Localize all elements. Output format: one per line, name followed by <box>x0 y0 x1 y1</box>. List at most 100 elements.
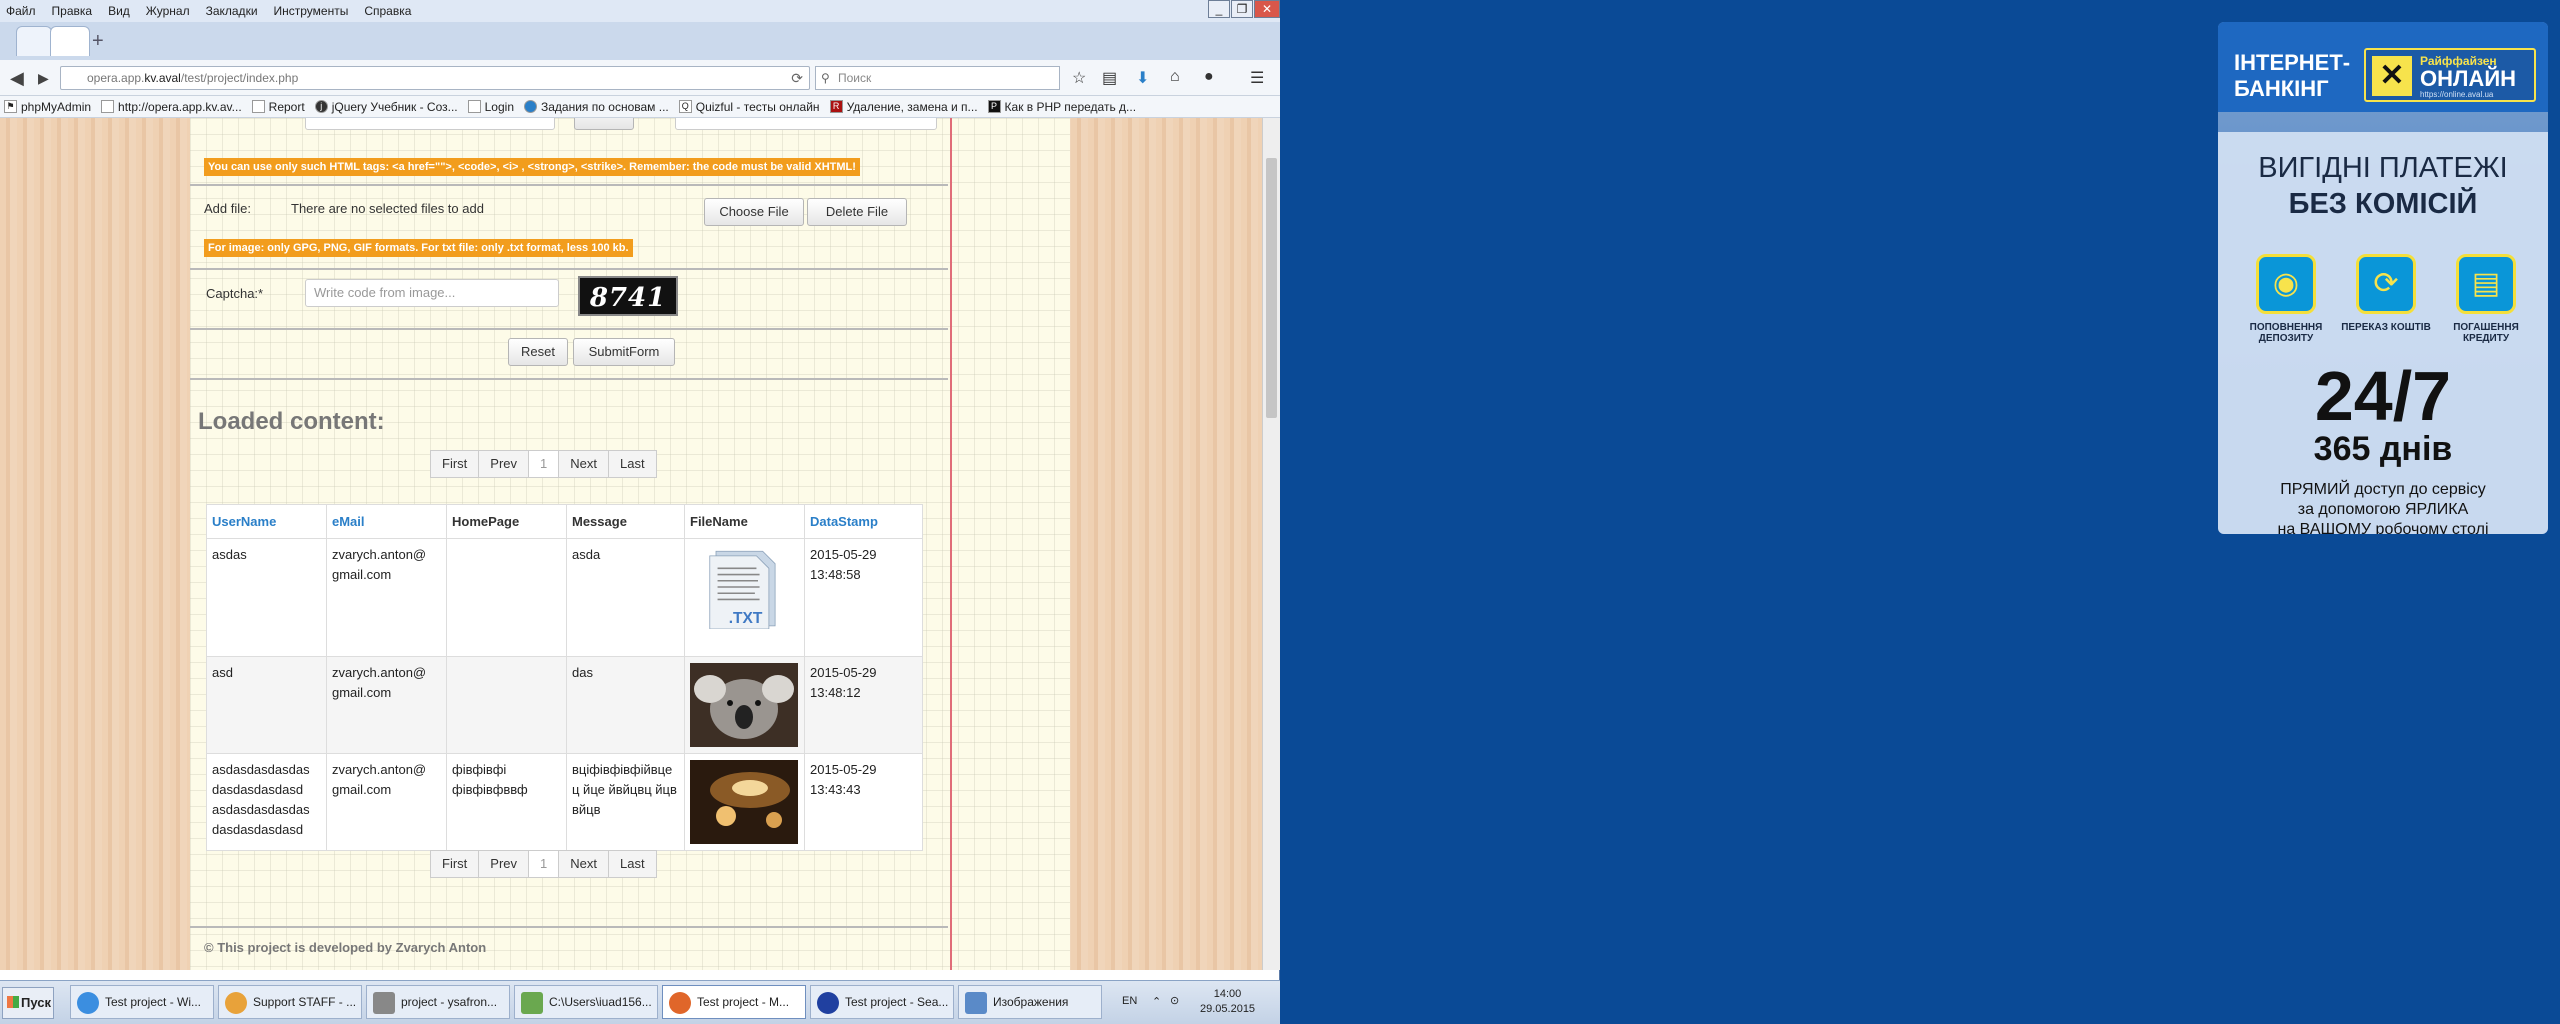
captcha-input[interactable]: Write code from image... <box>305 279 559 307</box>
bookmark-item[interactable]: j jQuery Учебник - Соз... <box>314 100 458 114</box>
choose-file-button[interactable]: Choose File <box>704 198 804 226</box>
table-header-row: UserName eMail HomePage Message FileName… <box>206 504 923 539</box>
partial-button[interactable] <box>574 118 634 130</box>
cell-homepage <box>446 656 567 754</box>
menu-view[interactable]: Вид <box>108 4 130 18</box>
koala-image[interactable] <box>690 663 798 747</box>
address-bar[interactable]: opera.app.kv.aval/test/project/index.php… <box>60 66 810 90</box>
lamp-image[interactable] <box>690 760 798 844</box>
task-search[interactable]: Test project - Sea... <box>810 985 954 1019</box>
close-icon[interactable]: ✕ <box>1254 0 1280 18</box>
forward-icon[interactable]: ▶ <box>38 70 49 87</box>
menu-edit[interactable]: Правка <box>52 4 93 18</box>
page-first[interactable]: First <box>430 450 480 478</box>
page-current: 1 <box>528 450 560 478</box>
txt-file-icon[interactable]: .TXT <box>690 545 798 629</box>
homepage-field-partial[interactable] <box>305 118 555 130</box>
page-next[interactable]: Next <box>558 850 609 878</box>
menu-bookmarks[interactable]: Закладки <box>206 4 258 18</box>
browser-icon <box>817 992 839 1014</box>
task-images[interactable]: Изображения <box>958 985 1102 1019</box>
bookmark-item[interactable]: R Удаление, замена и п... <box>829 100 978 114</box>
col-username[interactable]: UserName <box>206 504 327 539</box>
system-tray: EN ⌃ ⊙ 14:00 29.05.2015 <box>1104 985 1280 1021</box>
menu-file[interactable]: Файл <box>6 4 36 18</box>
service-deposit: ПОПОВНЕННЯ ДЕПОЗИТУ <box>2249 322 2323 344</box>
ad-24-7: 24/7 <box>2314 357 2452 435</box>
page-last[interactable]: Last <box>607 850 657 878</box>
menu-history[interactable]: Журнал <box>146 4 190 18</box>
minimize-icon[interactable]: _ <box>1208 0 1230 18</box>
page-first[interactable]: First <box>430 850 480 878</box>
task-explorer[interactable]: C:\Users\iuad156... <box>514 985 658 1019</box>
cell-message: вціфівфівфійвце ц йце йвйцвц йцв вйцв <box>566 753 685 851</box>
bookmark-item[interactable]: Report <box>251 100 305 114</box>
col-email[interactable]: eMail <box>326 504 447 539</box>
reset-button[interactable]: Reset <box>508 338 568 366</box>
reload-icon[interactable]: ⟳ <box>791 67 803 89</box>
banking-ad-widget[interactable]: ІНТЕРНЕТ- БАНКІНГ ✕ Райффайзен ОНЛАЙН ht… <box>2218 22 2548 534</box>
bookmark-item[interactable]: P Как в PHP передать д... <box>987 100 1136 114</box>
bookmark-item[interactable]: ⚑ phpMyAdmin <box>4 100 91 114</box>
app-icon <box>225 992 247 1014</box>
bookmark-item[interactable]: Q Quizful - тесты онлайн <box>678 100 820 114</box>
margin-line <box>950 118 952 970</box>
submit-button[interactable]: SubmitForm <box>573 338 675 366</box>
pagination-top: First Prev 1 Next Last <box>430 450 657 478</box>
new-tab-icon[interactable]: + <box>92 30 104 53</box>
raiffeisen-online-logo[interactable]: ✕ Райффайзен ОНЛАЙН https://online.aval.… <box>2364 48 2536 102</box>
loaded-content-title: Loaded content: <box>198 408 385 435</box>
page-icon <box>251 100 265 113</box>
bookmark-item[interactable]: Задания по основам ... <box>524 100 669 114</box>
cell-file <box>684 753 805 851</box>
php-icon: P <box>987 100 1001 113</box>
home-icon[interactable]: ⌂ <box>1170 68 1180 86</box>
tab-pinned[interactable] <box>16 26 52 56</box>
transfer-icon: ⟳ <box>2356 254 2416 314</box>
page-last[interactable]: Last <box>607 450 657 478</box>
message-field-partial[interactable] <box>675 118 937 130</box>
vertical-scrollbar[interactable] <box>1262 118 1280 970</box>
clock-time: 14:00 <box>1213 988 1242 1000</box>
task-ie[interactable]: Test project - Wi... <box>70 985 214 1019</box>
piggy-bank-icon: ◉ <box>2256 254 2316 314</box>
back-icon[interactable]: ◀ <box>10 68 24 89</box>
cash-icon: ▤ <box>2456 254 2516 314</box>
page-viewport: You can use only such HTML tags: <a href… <box>0 118 1262 970</box>
download-icon[interactable]: ⬇ <box>1136 68 1149 88</box>
clock[interactable]: 14:00 29.05.2015 <box>1200 987 1255 1017</box>
menu-help[interactable]: Справка <box>364 4 411 18</box>
page-prev[interactable]: Prev <box>478 450 530 478</box>
start-button[interactable]: Пуск <box>2 987 54 1019</box>
clock-date: 29.05.2015 <box>1200 1003 1256 1015</box>
network-icon[interactable]: ⊙ <box>1170 994 1179 1007</box>
bookmark-item[interactable]: Login <box>467 100 514 114</box>
bookmark-item[interactable]: http://opera.app.kv.av... <box>101 100 242 114</box>
redmine-icon: R <box>829 100 843 113</box>
page-prev[interactable]: Prev <box>478 850 530 878</box>
col-datastamp[interactable]: DataStamp <box>804 504 923 539</box>
image-format-warning: For image: only GPG, PNG, GIF formats. F… <box>204 239 633 257</box>
menu-icon[interactable]: ☰ <box>1250 68 1264 88</box>
restore-icon[interactable]: ❐ <box>1231 0 1253 18</box>
windows-icon <box>7 996 19 1008</box>
cell-username: asdasdasdasdas dasdasdasdasd asdasdasdas… <box>206 753 327 851</box>
task-support[interactable]: Support STAFF - ... <box>218 985 362 1019</box>
menu-tools[interactable]: Инструменты <box>274 4 349 18</box>
language-indicator[interactable]: EN <box>1122 995 1137 1007</box>
search-input[interactable]: ⚲ Поиск <box>815 66 1060 90</box>
page-next[interactable]: Next <box>558 450 609 478</box>
tab-active[interactable] <box>50 26 90 56</box>
chat-icon[interactable]: ● <box>1204 68 1214 86</box>
star-icon[interactable]: ☆ <box>1072 68 1086 88</box>
table-row: asdasdasdasdas dasdasdasdasd asdasdasdas… <box>206 753 923 851</box>
window-controls: _ ❐ ✕ <box>1207 0 1280 18</box>
scrollbar-thumb[interactable] <box>1266 158 1277 418</box>
tray-arrow-icon[interactable]: ⌃ <box>1152 995 1161 1008</box>
delete-file-button[interactable]: Delete File <box>807 198 907 226</box>
cell-email: zvarych.anton@ gmail.com <box>326 656 447 754</box>
bookmarks-list-icon[interactable]: ▤ <box>1102 68 1117 88</box>
task-firefox[interactable]: Test project - M... <box>662 985 806 1019</box>
divider <box>190 926 948 928</box>
task-project[interactable]: project - ysafron... <box>366 985 510 1019</box>
